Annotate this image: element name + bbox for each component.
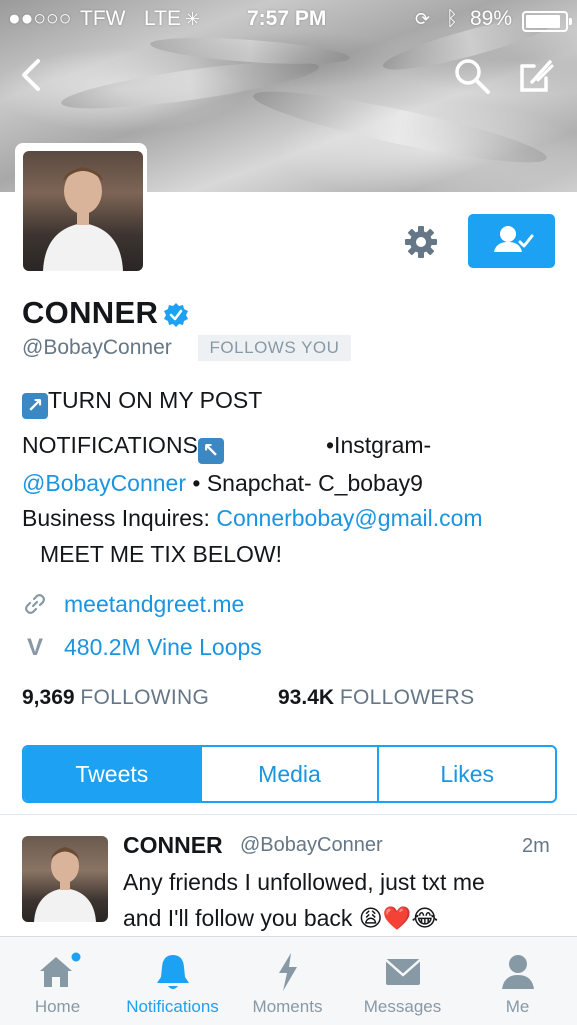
nav-label: Home xyxy=(34,997,81,1016)
battery-percent: 89% xyxy=(470,7,513,30)
bio-mention-link[interactable]: @BobayConner xyxy=(22,470,186,496)
person-icon xyxy=(501,955,534,989)
vine-icon: V xyxy=(26,634,43,661)
bio-text: NOTIFICATIONS xyxy=(22,432,198,458)
profile-name: CONNER xyxy=(22,295,159,330)
divider xyxy=(0,814,577,815)
bluetooth-icon: ᛒ xyxy=(446,8,458,30)
status-time: 7:57 PM xyxy=(247,7,327,30)
profile-handle: @BobayConner xyxy=(22,336,172,359)
tweet-text: and I'll follow you back xyxy=(123,905,353,931)
envelope-icon xyxy=(384,959,421,985)
following-count: 9,369 xyxy=(22,686,75,709)
battery-icon xyxy=(522,11,572,32)
bio-email-link[interactable]: Connerbobay@gmail.com xyxy=(216,505,482,531)
bottom-tab-bar: Home Notifications Moments Messages Me xyxy=(0,936,577,1025)
compose-icon xyxy=(520,60,554,92)
home-icon xyxy=(39,952,80,987)
nav-label: Moments xyxy=(252,997,323,1016)
bio-line-3: @BobayConner • Snapchat- C_bobay9 xyxy=(22,470,423,497)
signal-strength-icon: ●●○○○ xyxy=(8,7,72,30)
following-stat[interactable]: 9,369 FOLLOWING xyxy=(22,686,209,710)
profile-avatar[interactable] xyxy=(23,151,143,271)
following-label: FOLLOWING xyxy=(80,686,210,709)
nav-label: Me xyxy=(505,997,530,1016)
followers-count: 93.4K xyxy=(278,686,335,709)
bio-line-4: Business Inquires: Connerbobay@gmail.com xyxy=(22,505,483,532)
avatar-photo xyxy=(43,167,123,271)
followers-stat[interactable]: 93.4K FOLLOWERS xyxy=(278,686,474,710)
tab-likes[interactable]: Likes xyxy=(377,747,555,801)
rotation-lock-icon: ⟳ xyxy=(415,9,431,29)
verified-badge-icon xyxy=(163,302,189,328)
nav-label: Messages xyxy=(363,997,442,1016)
following-button[interactable] xyxy=(468,214,555,268)
avatar-photo xyxy=(34,847,96,922)
bio-line-1: ↗ TURN ON MY POST xyxy=(22,387,262,419)
loading-spinner-icon: ✳ xyxy=(185,9,201,29)
website-link[interactable]: meetandgreet.me xyxy=(22,591,244,618)
tweet-text-line-2: and I'll follow you back 😩❤️😂 xyxy=(123,905,438,932)
tweet-author-handle[interactable]: @BobayConner xyxy=(240,834,383,857)
tweet-text-line-1: Any friends I unfollowed, just txt me xyxy=(123,869,485,895)
bio-text: •Instgram- xyxy=(326,432,432,458)
bio-line-2: NOTIFICATIONS ↖ xyxy=(22,432,224,464)
compose-tweet-button[interactable] xyxy=(516,56,556,96)
website-text: meetandgreet.me xyxy=(64,591,245,617)
nav-messages[interactable]: Messages xyxy=(345,937,460,1025)
network-label: LTE xyxy=(144,7,181,30)
profile-tabs: Tweets Media Likes xyxy=(22,745,557,803)
back-button[interactable] xyxy=(14,55,50,95)
bio-text: TURN ON MY POST xyxy=(48,387,263,413)
gear-icon xyxy=(405,226,437,258)
settings-button[interactable] xyxy=(403,224,439,260)
search-icon xyxy=(455,59,490,94)
tweet-author-name[interactable]: CONNER xyxy=(123,832,223,859)
tweet-timestamp: 2m xyxy=(522,835,550,857)
tab-tweets[interactable]: Tweets xyxy=(24,747,200,801)
bell-icon xyxy=(156,955,189,989)
bio-text: MEET ME TIX BELOW! xyxy=(40,541,282,567)
nav-home[interactable]: Home xyxy=(0,937,115,1025)
nav-label: Notifications xyxy=(126,997,219,1016)
follows-you-badge: FOLLOWS YOU xyxy=(198,335,351,361)
followers-label: FOLLOWERS xyxy=(339,686,475,709)
vine-loops-link[interactable]: V 480.2M Vine Loops xyxy=(22,634,262,662)
up-left-arrow-icon: ↖ xyxy=(197,438,224,464)
tweet-avatar[interactable] xyxy=(22,836,108,922)
up-right-arrow-icon: ↗ xyxy=(22,393,48,419)
bio-text: Business Inquires: xyxy=(22,505,217,531)
lightning-icon xyxy=(278,953,297,991)
nav-me[interactable]: Me xyxy=(460,937,575,1025)
nav-moments[interactable]: Moments xyxy=(230,937,345,1025)
person-check-icon xyxy=(494,226,534,252)
tab-media[interactable]: Media xyxy=(199,747,378,801)
bio-text: • Snapchat- C_bobay9 xyxy=(186,470,423,496)
carrier-label: TFW xyxy=(80,7,126,30)
back-arrow-icon xyxy=(22,59,40,91)
tweet-emojis: 😩❤️😂 xyxy=(358,905,439,931)
nav-notifications[interactable]: Notifications xyxy=(115,937,230,1025)
vine-loops-text: 480.2M Vine Loops xyxy=(64,634,262,660)
link-icon xyxy=(22,592,48,618)
search-button[interactable] xyxy=(452,56,492,96)
